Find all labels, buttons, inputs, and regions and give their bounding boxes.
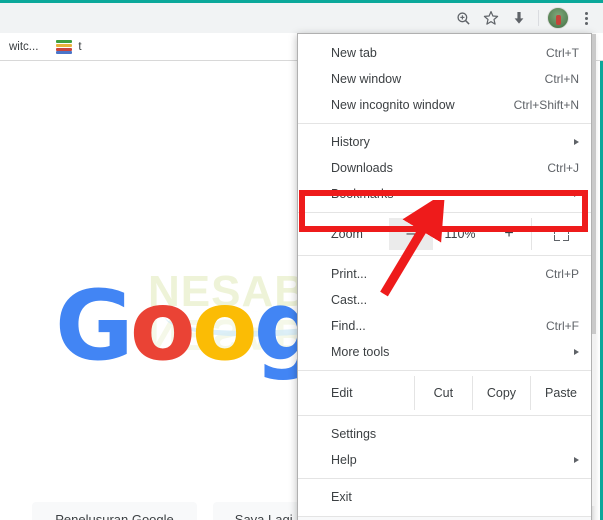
- menu-scrollbar[interactable]: [592, 34, 596, 506]
- logo-letter-g1: G: [55, 270, 134, 382]
- menu-scrollbar-thumb[interactable]: [592, 34, 596, 334]
- edit-label: Edit: [331, 386, 353, 400]
- menu-item-new-window[interactable]: New window Ctrl+N: [298, 66, 591, 92]
- menu-item-label: New incognito window: [331, 98, 455, 112]
- menu-separator: [298, 212, 591, 213]
- menu-separator: [298, 415, 591, 416]
- books-icon: [56, 39, 73, 54]
- menu-separator: [298, 478, 591, 479]
- menu-item-new-tab[interactable]: New tab Ctrl+T: [298, 40, 591, 66]
- menu-item-label: Help: [331, 453, 357, 467]
- browser-toolbar: [0, 3, 603, 33]
- edit-row: Edit Cut Copy Paste: [298, 376, 591, 410]
- bookmark-item-t[interactable]: t: [47, 36, 90, 58]
- menu-separator: [298, 123, 591, 124]
- star-glyph: [483, 11, 499, 25]
- menu-item-accel: Ctrl+N: [544, 72, 579, 86]
- menu-item-help[interactable]: Help: [298, 447, 591, 473]
- menu-item-cast[interactable]: Cast...: [298, 287, 591, 313]
- managed-by-organization[interactable]: Managed by your organization: [298, 516, 591, 520]
- menu-item-bookmarks[interactable]: Bookmarks: [298, 181, 591, 207]
- menu-item-more-tools[interactable]: More tools: [298, 339, 591, 365]
- bookmark-item-witc[interactable]: witc...: [0, 36, 47, 58]
- menu-item-find[interactable]: Find... Ctrl+F: [298, 313, 591, 339]
- menu-item-exit[interactable]: Exit: [298, 484, 591, 510]
- chevron-right-icon: [574, 139, 579, 145]
- menu-separator: [298, 255, 591, 256]
- zoom-in-button[interactable]: +: [487, 218, 531, 250]
- menu-item-label: Bookmarks: [331, 187, 394, 201]
- three-dots-glyph: [584, 11, 588, 25]
- menu-separator: [298, 370, 591, 371]
- fullscreen-icon: [554, 227, 569, 241]
- screenshot-root: witc... t NESABAMEDIA NESABAMEDIA Googl …: [0, 0, 603, 520]
- menu-item-print[interactable]: Print... Ctrl+P: [298, 261, 591, 287]
- zoom-row: Zoom – 110% +: [298, 218, 591, 250]
- fullscreen-button[interactable]: [531, 218, 591, 250]
- menu-item-accel: Ctrl+J: [547, 161, 579, 175]
- chevron-right-icon: [574, 191, 579, 197]
- menu-item-history[interactable]: History: [298, 129, 591, 155]
- menu-item-accel: Ctrl+P: [545, 267, 579, 281]
- menu-item-accel: Ctrl+F: [546, 319, 579, 333]
- search-google-button[interactable]: Penelusuran Google: [32, 502, 197, 520]
- menu-item-settings[interactable]: Settings: [298, 421, 591, 447]
- profile-avatar[interactable]: [545, 5, 571, 31]
- bookmark-label: witc...: [9, 40, 39, 53]
- menu-item-label: New window: [331, 72, 402, 86]
- download-arrow-glyph: [514, 12, 524, 24]
- chevron-right-icon: [574, 457, 579, 463]
- logo-letter-o1: o: [129, 270, 196, 382]
- menu-item-label: More tools: [331, 345, 390, 359]
- menu-item-label: New tab: [331, 46, 377, 60]
- paste-button[interactable]: Paste: [530, 376, 591, 410]
- chevron-right-icon: [574, 349, 579, 355]
- menu-item-accel: Ctrl+Shift+N: [513, 98, 579, 112]
- menu-item-downloads[interactable]: Downloads Ctrl+J: [298, 155, 591, 181]
- cut-button[interactable]: Cut: [413, 376, 472, 410]
- zoom-indicator-icon[interactable]: [450, 5, 476, 31]
- zoom-indicator-glyph: [456, 11, 470, 25]
- avatar-image: [547, 7, 569, 29]
- bookmark-star-icon[interactable]: [478, 5, 504, 31]
- menu-item-label: Downloads: [331, 161, 393, 175]
- chrome-menu-icon[interactable]: [573, 5, 599, 31]
- bookmark-label: t: [78, 40, 82, 53]
- menu-item-label: Cast...: [331, 293, 368, 307]
- downloads-icon[interactable]: [506, 5, 532, 31]
- menu-item-label: Exit: [331, 490, 352, 504]
- toolbar-icon-group: [450, 3, 599, 33]
- copy-button[interactable]: Copy: [471, 376, 530, 410]
- zoom-out-button[interactable]: –: [389, 218, 433, 250]
- zoom-level-value: 110%: [444, 227, 476, 241]
- menu-item-label: History: [331, 135, 370, 149]
- toolbar-divider: [538, 10, 539, 26]
- menu-item-label: Find...: [331, 319, 366, 333]
- menu-item-new-incognito-window[interactable]: New incognito window Ctrl+Shift+N: [298, 92, 591, 118]
- menu-item-label: Print...: [331, 267, 368, 281]
- logo-letter-o2: o: [191, 270, 258, 382]
- chrome-menu: New tab Ctrl+T New window Ctrl+N New inc…: [297, 33, 596, 520]
- menu-item-label: Settings: [331, 427, 377, 441]
- menu-item-accel: Ctrl+T: [546, 46, 579, 60]
- zoom-label: Zoom: [331, 227, 363, 241]
